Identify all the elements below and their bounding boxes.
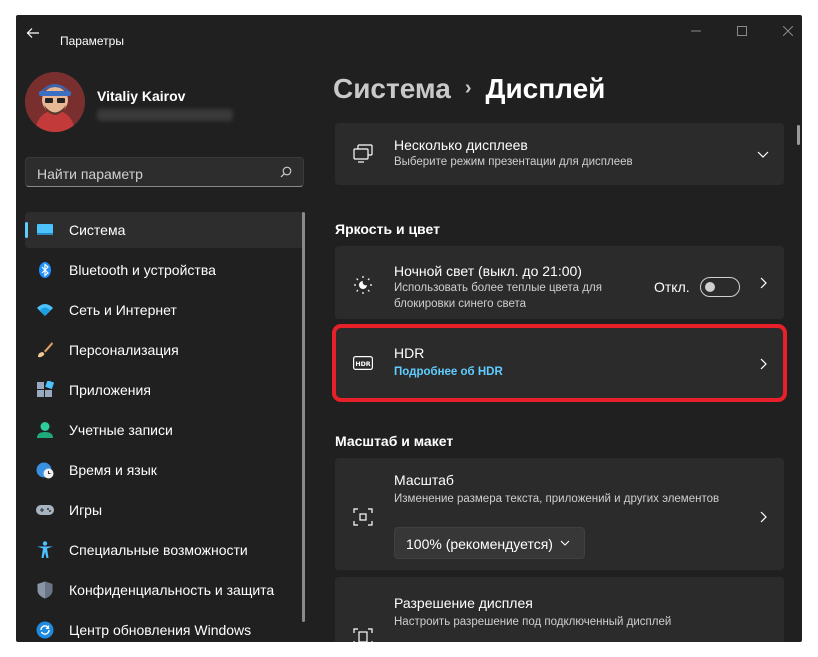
hdr-learn-more-link-wrap: Подробнее об HDR bbox=[394, 364, 503, 380]
breadcrumb-separator-icon: › bbox=[464, 77, 472, 99]
update-icon bbox=[36, 621, 54, 639]
chevron-down-icon bbox=[560, 540, 570, 546]
search-input[interactable]: Найти параметр bbox=[25, 157, 304, 187]
hdr-card[interactable]: HDR HDR Подробнее об HDR bbox=[335, 326, 784, 400]
card-title: Несколько дисплеев bbox=[394, 137, 528, 153]
sidebar-item-gaming[interactable]: Игры bbox=[25, 492, 304, 528]
minimize-icon bbox=[691, 30, 701, 32]
card-subtitle: Изменение размера текста, приложений и д… bbox=[394, 493, 720, 505]
multiple-displays-icon bbox=[353, 144, 373, 163]
chevron-right-icon[interactable] bbox=[757, 511, 769, 523]
hdr-icon: HDR bbox=[353, 355, 373, 371]
minimize-button[interactable] bbox=[673, 19, 719, 43]
sidebar-item-accounts[interactable]: Учетные записи bbox=[25, 412, 304, 448]
sidebar-scrollbar[interactable] bbox=[302, 212, 305, 622]
accessibility-icon bbox=[37, 541, 53, 558]
sidebar-item-windows-update[interactable]: Центр обновления Windows bbox=[25, 612, 304, 642]
close-button[interactable] bbox=[765, 19, 802, 43]
chevron-right-icon[interactable] bbox=[757, 358, 769, 370]
maximize-button[interactable] bbox=[719, 19, 765, 43]
scale-dropdown[interactable]: 100% (рекомендуется) bbox=[394, 527, 585, 559]
breadcrumb: Система › Дисплей bbox=[333, 73, 605, 105]
card-title: Ночной свет (выкл. до 21:00) bbox=[394, 263, 582, 279]
toggle-knob bbox=[705, 282, 715, 292]
sidebar-item-label: Приложения bbox=[69, 382, 151, 398]
sidebar-item-label: Система bbox=[69, 222, 126, 238]
brush-icon bbox=[38, 342, 53, 358]
page-title: Дисплей bbox=[485, 73, 606, 104]
card-subtitle: Выберите режим презентации для дисплеев bbox=[394, 156, 633, 168]
card-subtitle-line1: Использовать более теплые цвета для bbox=[394, 282, 602, 294]
close-icon bbox=[783, 26, 793, 36]
sidebar-item-label: Сеть и Интернет bbox=[69, 302, 177, 318]
night-light-card[interactable]: Ночной свет (выкл. до 21:00) Использоват… bbox=[335, 246, 784, 319]
apps-icon bbox=[37, 381, 54, 397]
chevron-right-icon[interactable] bbox=[757, 277, 769, 289]
bluetooth-icon bbox=[39, 262, 51, 278]
multiple-displays-card[interactable]: Несколько дисплеев Выберите режим презен… bbox=[335, 123, 784, 185]
card-title: HDR bbox=[394, 345, 425, 361]
sidebar-item-accessibility[interactable]: Специальные возможности bbox=[25, 532, 304, 568]
night-light-icon bbox=[354, 276, 372, 294]
gamepad-icon bbox=[36, 505, 54, 515]
sidebar-item-label: Время и язык bbox=[69, 462, 157, 478]
user-email-blurred bbox=[97, 109, 233, 121]
sidebar-item-personalization[interactable]: Персонализация bbox=[25, 332, 304, 368]
user-name: Vitaliy Kairov bbox=[97, 88, 186, 104]
scale-icon bbox=[353, 508, 373, 526]
globe-clock-icon bbox=[36, 462, 54, 479]
app-title: Параметры bbox=[60, 34, 124, 48]
sidebar-item-privacy[interactable]: Конфиденциальность и защита bbox=[25, 572, 304, 608]
sidebar-item-label: Персонализация bbox=[69, 342, 179, 358]
main-scrollbar[interactable] bbox=[797, 125, 800, 145]
svg-text:HDR: HDR bbox=[355, 361, 370, 368]
toggle-state-label: Откл. bbox=[654, 279, 690, 295]
section-title-scale: Масштаб и макет bbox=[335, 433, 454, 449]
card-subtitle-line2: блокировки синего света bbox=[394, 298, 527, 310]
card-title: Масштаб bbox=[394, 472, 454, 488]
sidebar-item-time-language[interactable]: Время и язык bbox=[25, 452, 304, 488]
hdr-learn-more-link[interactable]: Подробнее об HDR bbox=[394, 366, 503, 378]
maximize-icon bbox=[737, 26, 747, 36]
wifi-icon bbox=[37, 304, 53, 316]
sidebar-item-network[interactable]: Сеть и Интернет bbox=[25, 292, 304, 328]
search-placeholder: Найти параметр bbox=[37, 166, 143, 182]
sidebar-item-apps[interactable]: Приложения bbox=[25, 372, 304, 408]
scale-card[interactable]: Масштаб Изменение размера текста, прилож… bbox=[335, 458, 784, 570]
title-bar: Параметры bbox=[16, 15, 802, 51]
resolution-card[interactable]: Разрешение дисплея Настроить разрешение … bbox=[335, 577, 784, 642]
sidebar-item-label: Конфиденциальность и защита bbox=[69, 582, 275, 598]
search-icon[interactable] bbox=[280, 166, 292, 178]
section-title-brightness: Яркость и цвет bbox=[335, 221, 440, 237]
settings-window: Параметры Vitaliy Kairov Найти параметр bbox=[16, 15, 802, 642]
back-arrow-icon[interactable] bbox=[25, 25, 41, 41]
display-icon bbox=[37, 224, 53, 235]
sidebar-item-label: Bluetooth и устройства bbox=[69, 262, 216, 278]
sidebar-item-label: Специальные возможности bbox=[69, 542, 248, 558]
sidebar-item-bluetooth[interactable]: Bluetooth и устройства bbox=[25, 252, 304, 288]
avatar[interactable] bbox=[25, 72, 85, 132]
card-subtitle: Настроить разрешение под подключенный ди… bbox=[394, 616, 672, 628]
shield-icon bbox=[37, 581, 53, 599]
sidebar-item-label: Учетные записи bbox=[69, 422, 173, 438]
account-icon bbox=[37, 422, 53, 438]
card-subtitle: Использовать более теплые цвета для блоки… bbox=[394, 280, 602, 312]
scale-dropdown-value: 100% (рекомендуется) bbox=[406, 536, 553, 552]
sidebar-item-label: Игры bbox=[69, 502, 103, 518]
card-title: Разрешение дисплея bbox=[394, 595, 533, 611]
night-light-toggle[interactable] bbox=[700, 277, 740, 297]
sidebar-item-system[interactable]: Система bbox=[25, 212, 304, 248]
active-indicator bbox=[25, 222, 28, 238]
sidebar-item-label: Центр обновления Windows bbox=[69, 622, 252, 638]
breadcrumb-parent[interactable]: Система bbox=[333, 73, 451, 104]
resolution-icon bbox=[353, 628, 373, 642]
chevron-down-icon[interactable] bbox=[757, 148, 769, 160]
